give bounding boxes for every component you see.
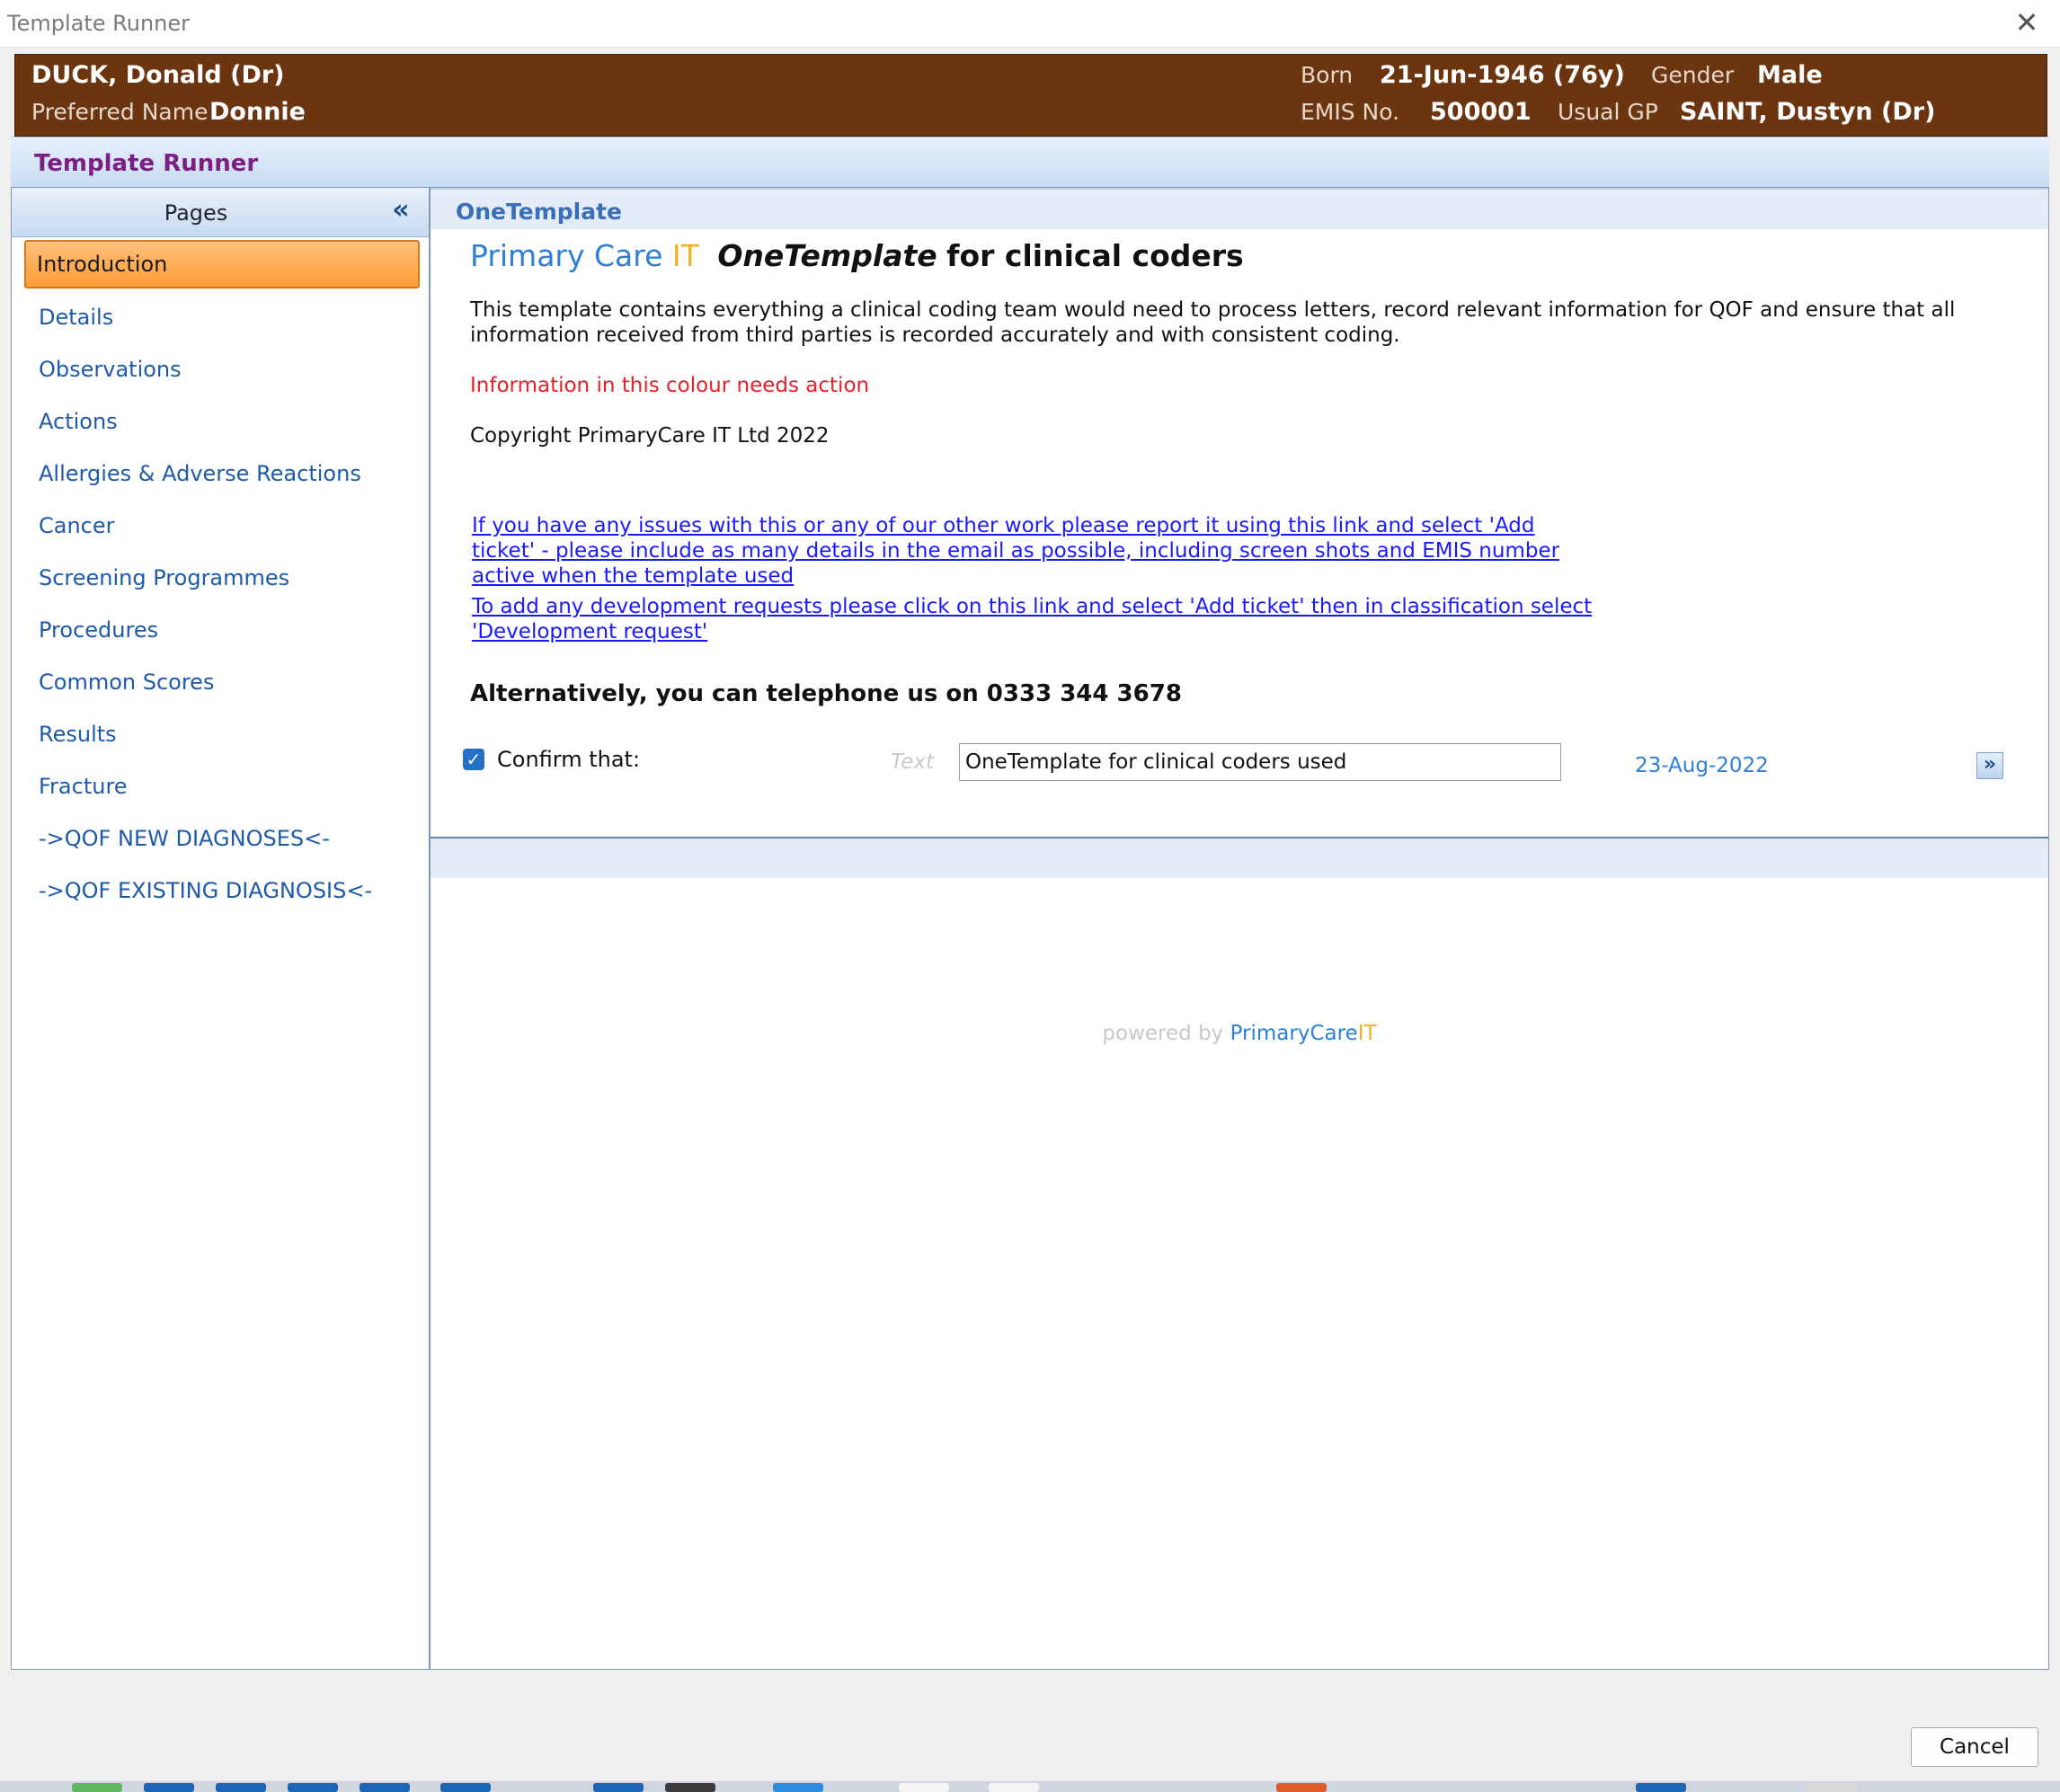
born-label: Born [1301, 62, 1354, 88]
pages-title: Pages [164, 200, 228, 226]
powered-by: powered by PrimaryCareIT [431, 1022, 2048, 1045]
template-runner-title: Template Runner [34, 150, 259, 177]
page-item-allergies[interactable]: Allergies & Adverse Reactions [39, 461, 361, 486]
taskbar-app-icon[interactable] [144, 1783, 194, 1792]
taskbar-app-icon[interactable] [216, 1783, 266, 1792]
template-content-panel: OneTemplate Primary Care IT OneTemplate … [430, 187, 2049, 1670]
page-item-details[interactable]: Details [39, 305, 113, 330]
preferred-name-label: Preferred Name [31, 99, 209, 125]
page-item-qof-new-diagnoses[interactable]: ->QOF NEW DIAGNOSES<- [39, 826, 330, 851]
collapse-panel-icon[interactable]: « [386, 195, 416, 226]
confirm-label: Confirm that: [497, 747, 641, 772]
section-header: OneTemplate [431, 188, 2048, 229]
text-hint: Text [891, 750, 934, 774]
telephone-text: Alternatively, you can telephone us on 0… [470, 680, 1182, 707]
taskbar-app-icon[interactable] [72, 1783, 122, 1792]
confirm-date[interactable]: 23-Aug-2022 [1635, 754, 1769, 777]
emis-value: 500001 [1430, 98, 1532, 126]
confirm-checkbox[interactable]: ✓ [463, 749, 484, 770]
window-title: Template Runner [7, 11, 191, 36]
template-runner-header: Template Runner [11, 137, 2049, 188]
page-item-cancer[interactable]: Cancer [39, 513, 115, 538]
powered-brand: PrimaryCare [1230, 1022, 1358, 1045]
taskbar-app-icon[interactable] [773, 1783, 823, 1792]
page-item-fracture[interactable]: Fracture [39, 774, 128, 799]
usual-gp-value: SAINT, Dustyn (Dr) [1680, 98, 1936, 126]
taskbar [0, 1781, 2060, 1792]
powered-by-prefix: powered by [1102, 1022, 1224, 1045]
page-item-procedures[interactable]: Procedures [39, 617, 158, 643]
page-item-results[interactable]: Results [39, 722, 117, 747]
taskbar-app-icon[interactable] [899, 1783, 949, 1792]
patient-banner: DUCK, Donald (Dr) Preferred Name Donnie … [14, 54, 2047, 137]
page-item-actions[interactable]: Actions [39, 409, 118, 434]
brand-primary-care: Primary Care [470, 238, 663, 273]
powered-brand-it: IT [1357, 1022, 1377, 1045]
heading-rest: for clinical coders [946, 238, 1244, 273]
pages-panel: Pages « Introduction Details Observation… [11, 187, 430, 1670]
brand-it: IT [671, 238, 699, 273]
taskbar-app-icon[interactable] [1276, 1783, 1327, 1792]
close-icon[interactable]: ✕ [2010, 5, 2044, 40]
patient-name: DUCK, Donald (Dr) [31, 61, 285, 89]
taskbar-app-icon[interactable] [288, 1783, 338, 1792]
taskbar-app-icon[interactable] [1636, 1783, 1686, 1792]
pages-header: Pages « [12, 188, 429, 237]
page-item-screening-programmes[interactable]: Screening Programmes [39, 565, 289, 590]
taskbar-app-icon[interactable] [360, 1783, 410, 1792]
gender-label: Gender [1651, 62, 1735, 88]
taskbar-app-icon[interactable] [440, 1783, 491, 1792]
intro-text: This template contains everything a clin… [470, 298, 1956, 347]
content-divider [431, 837, 2048, 878]
template-heading: Primary Care IT OneTemplate for clinical… [470, 238, 1244, 273]
page-item-qof-existing-diagnosis[interactable]: ->QOF EXISTING DIAGNOSIS<- [39, 878, 372, 903]
product-name: OneTemplate [717, 238, 937, 273]
confirm-text-input[interactable] [959, 743, 1561, 781]
page-item-common-scores[interactable]: Common Scores [39, 670, 214, 695]
report-issue-link[interactable]: If you have any issues with this or any … [472, 513, 1595, 589]
taskbar-app-icon[interactable] [989, 1783, 1039, 1792]
window-titlebar: Template Runner ✕ [0, 0, 2060, 48]
taskbar-app-icon[interactable] [665, 1783, 715, 1792]
page-item-label: Introduction [37, 252, 168, 277]
section-title: OneTemplate [456, 199, 622, 225]
taskbar-app-icon[interactable] [1807, 1783, 1857, 1792]
development-request-link[interactable]: To add any development requests please c… [472, 594, 1595, 644]
page-item-introduction[interactable]: Introduction [24, 240, 420, 288]
page-item-observations[interactable]: Observations [39, 357, 182, 382]
gender-value: Male [1757, 61, 1823, 89]
preferred-name-value: Donnie [209, 98, 306, 126]
usual-gp-label: Usual GP [1558, 99, 1658, 125]
emis-label: EMIS No. [1301, 99, 1400, 125]
cancel-button[interactable]: Cancel [1911, 1727, 2038, 1767]
born-value: 21-Jun-1946 (76y) [1380, 61, 1625, 89]
expand-icon[interactable]: » [1976, 752, 2003, 779]
taskbar-app-icon[interactable] [593, 1783, 644, 1792]
copyright-text: Copyright PrimaryCare IT Ltd 2022 [470, 424, 830, 448]
action-note: Information in this colour needs action [470, 374, 870, 397]
